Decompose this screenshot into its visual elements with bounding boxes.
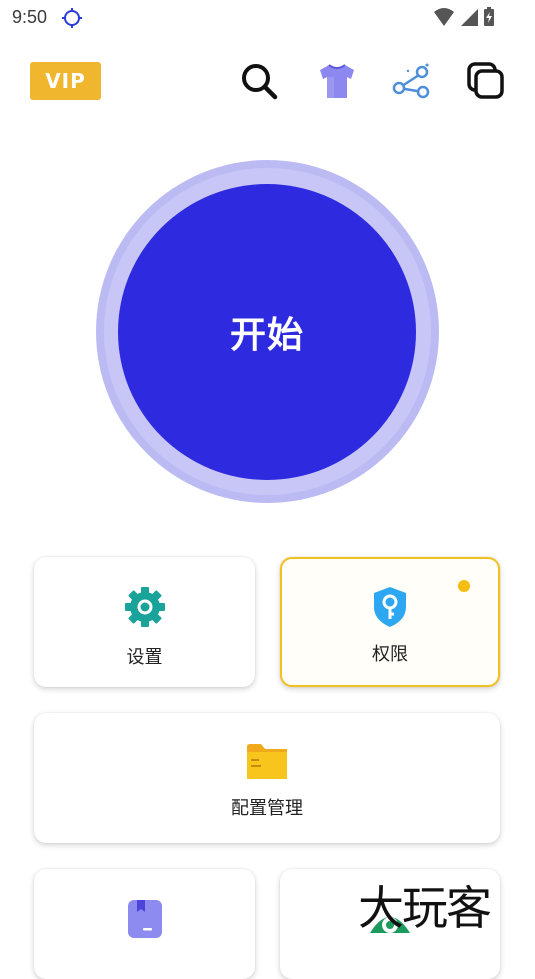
search-button[interactable] <box>238 60 280 102</box>
tshirt-icon <box>320 64 354 98</box>
status-bar: 9:50 <box>0 0 535 36</box>
permissions-card[interactable]: 权限 <box>280 557 500 687</box>
bottom-left-card[interactable] <box>34 869 255 979</box>
battery-icon <box>484 7 494 26</box>
system-icons <box>433 6 495 28</box>
watermark: 大玩客 <box>352 872 522 942</box>
share-icon <box>392 63 430 99</box>
gear-icon <box>124 587 165 627</box>
start-button-label: 开始 <box>229 315 304 356</box>
search-icon <box>242 64 278 100</box>
shield-key-icon <box>374 587 406 627</box>
watermark-text: 大玩客 <box>358 881 492 935</box>
settings-label: 设置 <box>126 647 163 668</box>
folder-icon <box>247 744 287 779</box>
start-button[interactable]: 开始 <box>118 184 416 480</box>
copy-window-icon <box>467 62 504 99</box>
notification-dot <box>458 580 470 592</box>
top-bar: VIP <box>0 58 535 104</box>
config-manage-card[interactable]: 配置管理 <box>34 713 500 843</box>
vip-button[interactable]: VIP <box>30 62 101 100</box>
config-manage-label: 配置管理 <box>231 798 303 819</box>
theme-button[interactable] <box>316 60 358 102</box>
permissions-label: 权限 <box>372 644 408 665</box>
status-time: 9:50 <box>12 7 48 27</box>
start-button-container: 开始 <box>96 160 439 503</box>
bookmark-doc-icon <box>127 900 162 938</box>
wifi-icon <box>434 8 454 26</box>
signal-icon <box>461 9 478 26</box>
share-button[interactable] <box>390 60 432 102</box>
window-button[interactable] <box>465 60 507 102</box>
location-icon <box>62 8 82 28</box>
settings-card[interactable]: 设置 <box>34 557 255 687</box>
